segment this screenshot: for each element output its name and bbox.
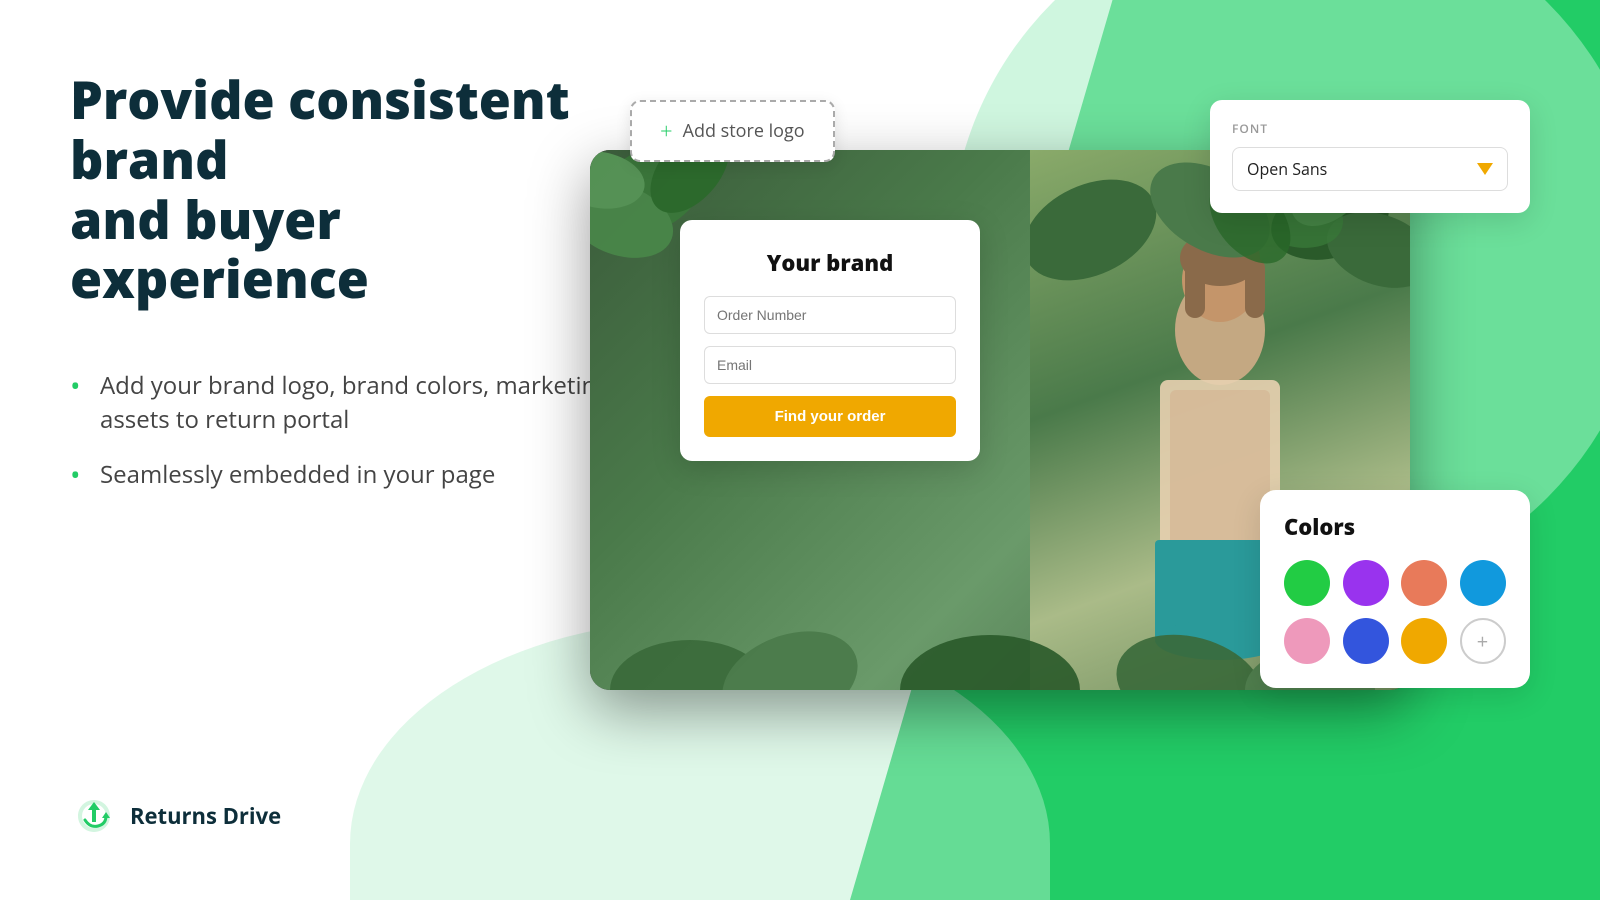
- color-swatch-yellow[interactable]: [1401, 618, 1447, 664]
- add-store-logo-label: Add store logo: [683, 119, 805, 143]
- find-order-button[interactable]: Find your order: [704, 396, 956, 437]
- color-swatch-green[interactable]: [1284, 560, 1330, 606]
- add-store-logo-button[interactable]: + Add store logo: [630, 100, 835, 162]
- returns-drive-logo-icon: [70, 792, 118, 840]
- feature-item-1: Add your brand logo, brand colors, marke…: [70, 369, 650, 436]
- color-swatch-pink[interactable]: [1284, 618, 1330, 664]
- plus-icon: +: [660, 116, 673, 146]
- color-swatches-grid: +: [1284, 560, 1506, 664]
- feature-list: Add your brand logo, brand colors, marke…: [70, 369, 650, 492]
- email-input[interactable]: [704, 346, 956, 384]
- font-panel-label: FONT: [1232, 120, 1508, 137]
- font-select-dropdown[interactable]: Open Sans: [1232, 147, 1508, 191]
- font-panel: FONT Open Sans: [1210, 100, 1530, 213]
- main-heading: Provide consistent brand and buyer exper…: [70, 70, 650, 309]
- font-select-value: Open Sans: [1247, 158, 1327, 180]
- colors-panel: Colors +: [1260, 490, 1530, 688]
- color-swatch-purple[interactable]: [1343, 560, 1389, 606]
- color-swatch-navy[interactable]: [1343, 618, 1389, 664]
- dropdown-arrow-icon: [1477, 163, 1493, 175]
- color-swatch-blue[interactable]: [1460, 560, 1506, 606]
- heading-line1: Provide consistent brand: [70, 64, 570, 195]
- logo-text: Returns Drive: [130, 801, 281, 831]
- feature-item-2: Seamlessly embedded in your page: [70, 458, 650, 492]
- left-panel: Provide consistent brand and buyer exper…: [70, 70, 650, 514]
- heading-line2: and buyer experience: [70, 184, 369, 315]
- add-color-button[interactable]: +: [1460, 618, 1506, 664]
- logo-area: Returns Drive: [70, 792, 281, 840]
- color-swatch-coral[interactable]: [1401, 560, 1447, 606]
- colors-panel-title: Colors: [1284, 512, 1506, 542]
